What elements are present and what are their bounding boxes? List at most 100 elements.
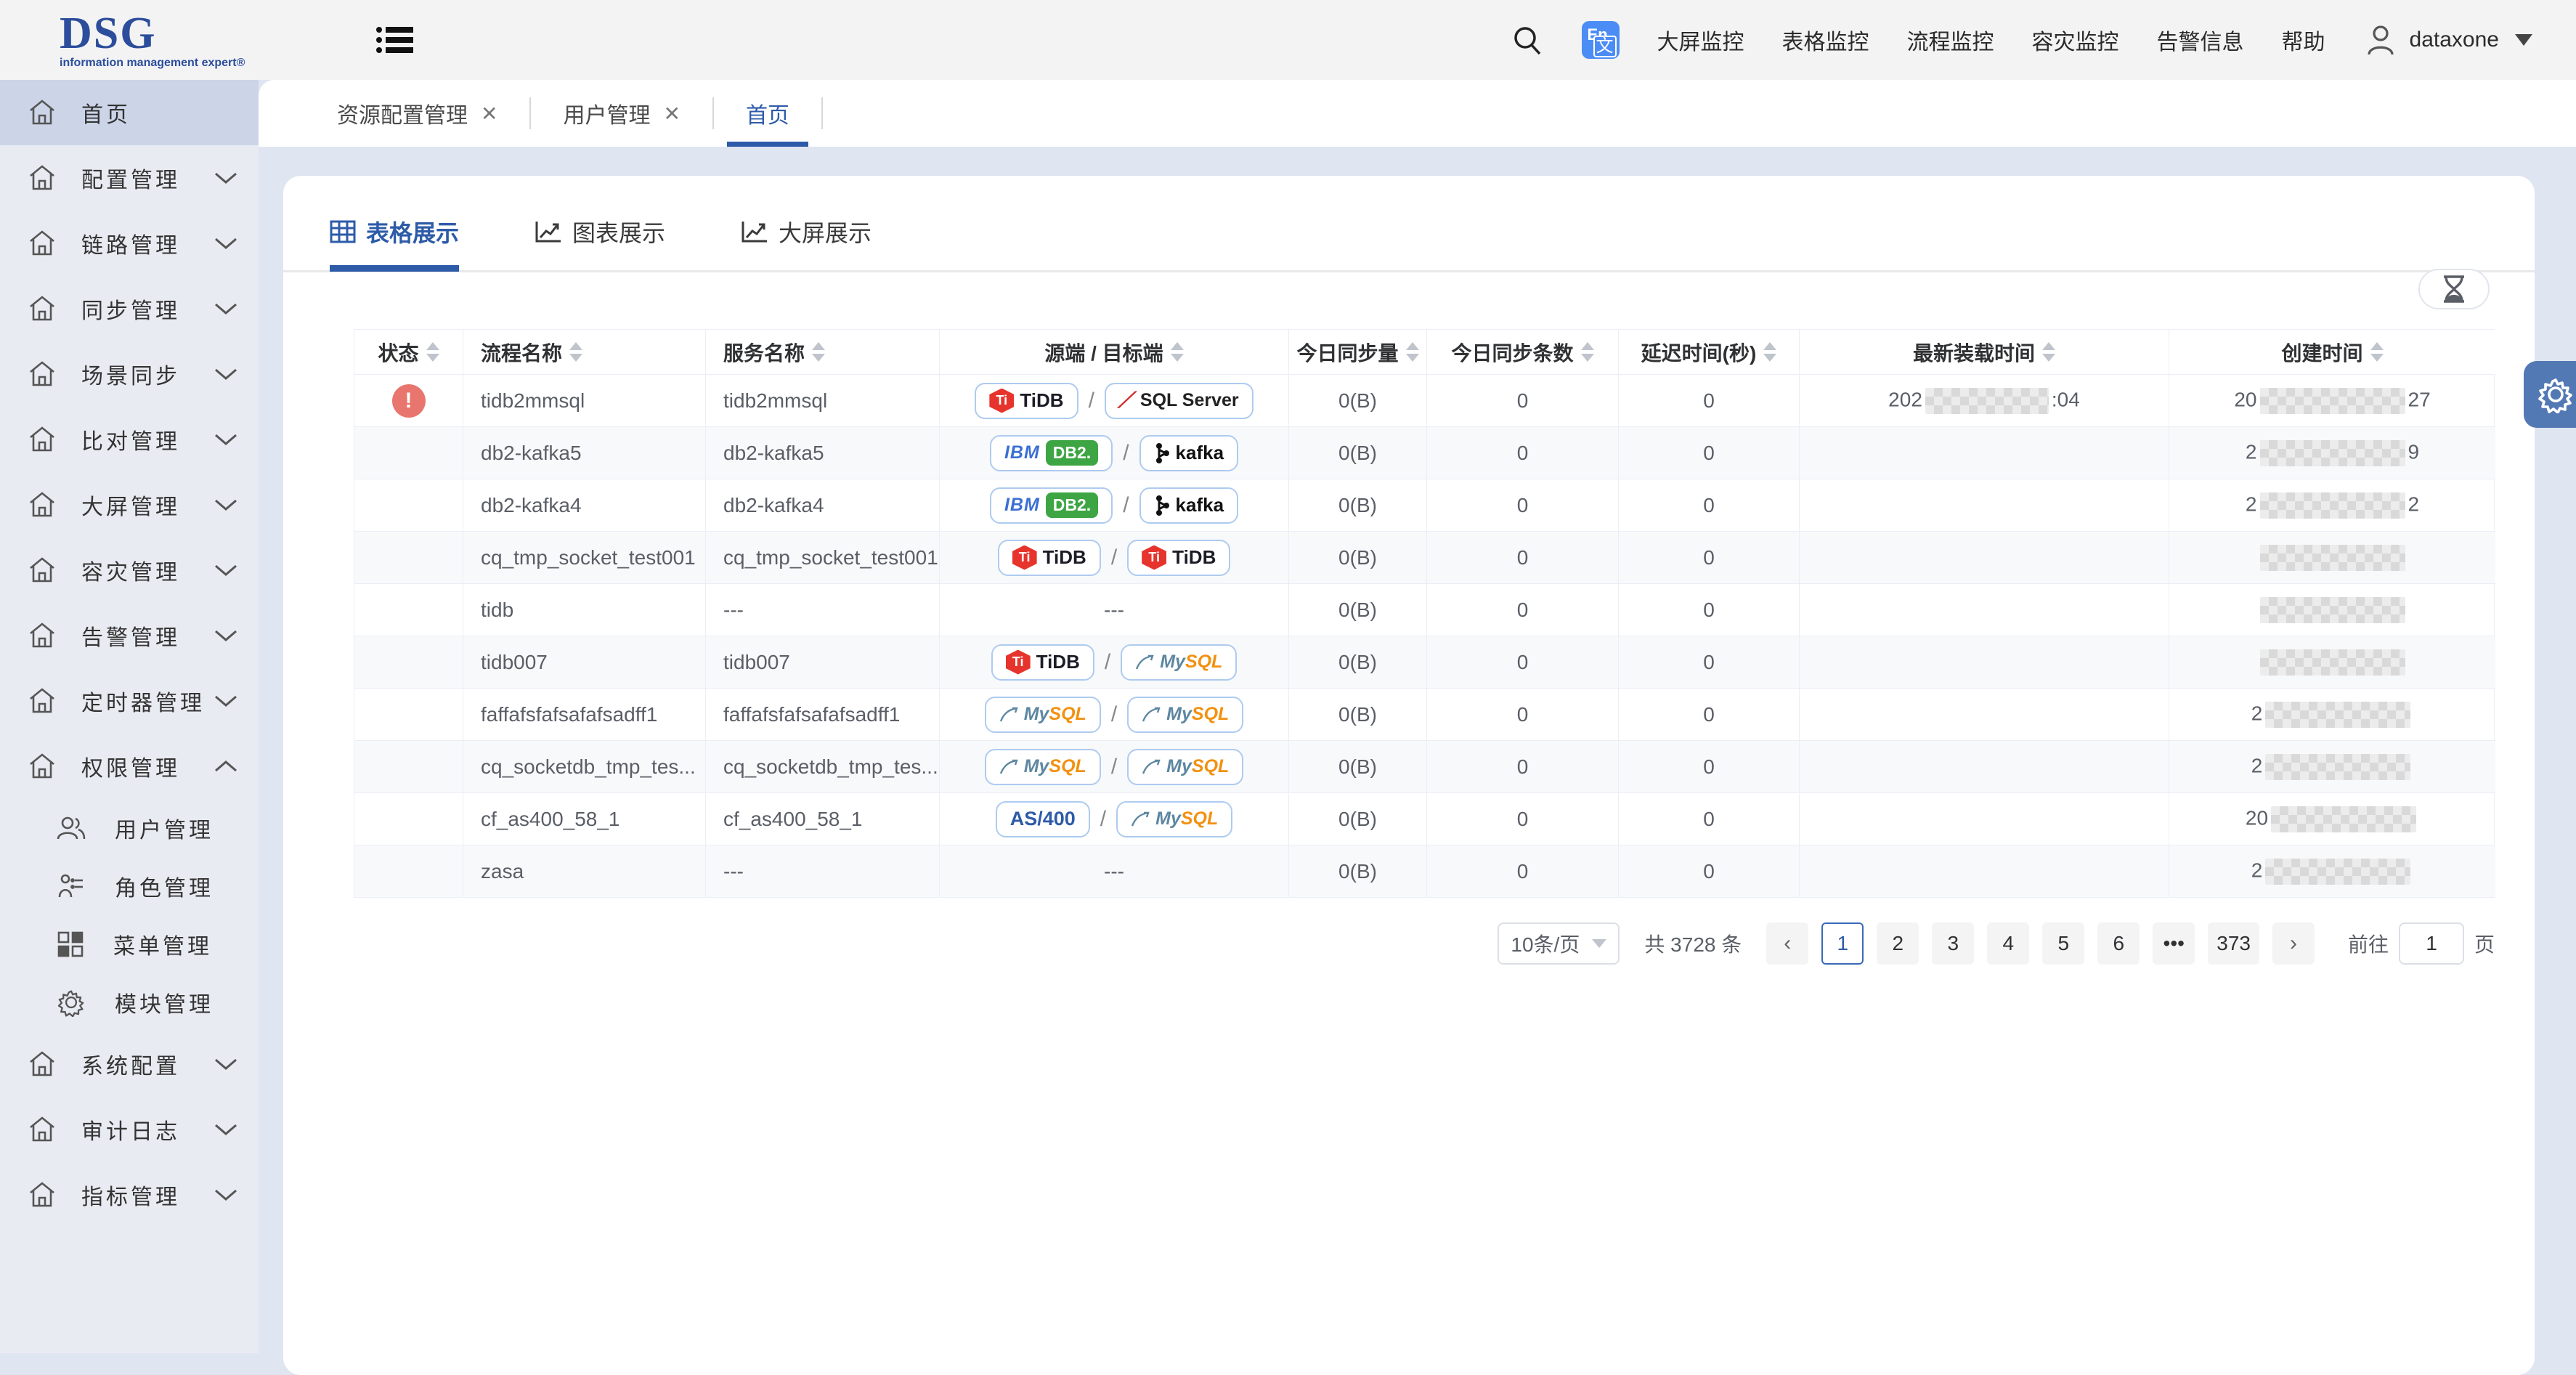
sidebar-subitem-角色管理[interactable]: 角色管理 (0, 857, 259, 915)
prev-page-button[interactable]: ‹ (1766, 922, 1808, 965)
error-status-icon[interactable]: ! (392, 384, 426, 418)
cell-endpoints: --- (940, 584, 1289, 636)
dsg-logo[interactable]: DSG information management expert® (60, 11, 245, 69)
column-header-5[interactable]: 今日同步量 (1289, 330, 1427, 375)
cell-status (354, 584, 463, 636)
sidebar-subitem-模块管理[interactable]: 模块管理 (0, 973, 259, 1031)
table-row-10[interactable]: zasa------0(B)002 (354, 845, 2494, 898)
sidebar-item-10[interactable]: 定时器管理 (0, 668, 259, 734)
cell-sync-volume: 0(B) (1289, 479, 1427, 532)
sort-carets-icon[interactable] (1406, 342, 1419, 362)
column-header-label: 最新装载时间 (1913, 338, 2035, 367)
view-tab-大屏展示[interactable]: 大屏展示 (741, 215, 871, 270)
page-button-2[interactable]: 2 (1877, 922, 1919, 965)
cell-sync-volume: 0(B) (1289, 584, 1427, 636)
table-row-8[interactable]: cq_socketdb_tmp_tes...cq_socketdb_tmp_te… (354, 741, 2494, 793)
sidebar-item-11[interactable]: 权限管理 (0, 734, 259, 799)
next-page-button[interactable]: › (2272, 922, 2315, 965)
sort-carets-icon[interactable] (569, 342, 582, 362)
sort-carets-icon[interactable] (812, 342, 825, 362)
sidebar-item-4[interactable]: 同步管理 (0, 276, 259, 341)
table-row-6[interactable]: tidb007tidb007TiTiDB/MySQL0(B)00 (354, 636, 2494, 689)
page-button-3[interactable]: 3 (1932, 922, 1974, 965)
close-icon[interactable]: ✕ (481, 102, 497, 126)
column-header-7[interactable]: 延迟时间(秒) (1619, 330, 1800, 375)
page-button-1[interactable]: 1 (1821, 922, 1864, 965)
sidebar-item-12[interactable]: 系统配置 (0, 1031, 259, 1097)
column-header-2[interactable]: 流程名称 (463, 330, 706, 375)
column-header-label: 今日同步条数 (1451, 338, 1573, 367)
sort-carets-icon[interactable] (1171, 342, 1184, 362)
user-menu[interactable]: dataxone (2363, 23, 2532, 57)
column-header-8[interactable]: 最新装载时间 (1800, 330, 2169, 375)
settings-drawer-tab[interactable] (2524, 361, 2576, 428)
page-button-5[interactable]: 5 (2042, 922, 2084, 965)
cell-sync-count: 0 (1427, 689, 1619, 741)
close-icon[interactable]: ✕ (663, 102, 680, 126)
column-header-1[interactable]: 状态 (354, 330, 463, 375)
view-tab-表格展示[interactable]: 表格展示 (330, 215, 459, 270)
doc-tab-首页[interactable]: 首页 (714, 80, 821, 147)
column-header-label: 状态 (378, 338, 418, 367)
sidebar-item-2[interactable]: 配置管理 (0, 145, 259, 211)
language-toggle-icon[interactable]: En 文 (1582, 21, 1620, 59)
page-button-373[interactable]: 373 (2208, 922, 2259, 965)
history-hourglass-button[interactable] (2418, 269, 2490, 309)
cell-create-time: 2 (2169, 741, 2495, 793)
sidebar-subitem-用户管理[interactable]: 用户管理 (0, 799, 259, 857)
table-row-2[interactable]: db2-kafka5db2-kafka5IBMDB2./kafka0(B)002… (354, 427, 2494, 479)
sort-carets-icon[interactable] (2370, 342, 2384, 362)
page-size-select[interactable]: 10条/页 (1498, 922, 1620, 965)
column-header-9[interactable]: 创建时间 (2169, 330, 2495, 375)
sidebar-item-5[interactable]: 场景同步 (0, 341, 259, 407)
table-row-3[interactable]: db2-kafka4db2-kafka4IBMDB2./kafka0(B)002… (354, 479, 2494, 532)
table-row-1[interactable]: !tidb2mmsqltidb2mmsqlTiTiDB/⟋SQL Server0… (354, 375, 2494, 427)
cell-service-name: tidb2mmsql (706, 375, 940, 427)
sidebar-item-label: 配置管理 (81, 162, 214, 194)
table-row-4[interactable]: cq_tmp_socket_test001cq_tmp_socket_test0… (354, 532, 2494, 584)
sidebar-subitem-菜单管理[interactable]: 菜单管理 (0, 915, 259, 973)
sidebar-item-13[interactable]: 审计日志 (0, 1097, 259, 1162)
page-button-6[interactable]: 6 (2097, 922, 2140, 965)
view-tab-图表展示[interactable]: 图表展示 (535, 215, 665, 270)
cell-sync-volume: 0(B) (1289, 741, 1427, 793)
sidebar-item-1[interactable]: 首页 (0, 80, 259, 145)
sidebar-item-7[interactable]: 大屏管理 (0, 472, 259, 538)
page-button-4[interactable]: 4 (1987, 922, 2029, 965)
column-header-3[interactable]: 服务名称 (706, 330, 940, 375)
nav-link-table-monitor[interactable]: 表格监控 (1782, 24, 1869, 56)
db-badge-tidb: TiTiDB (1127, 540, 1230, 576)
table-row-7[interactable]: faffafsfafsafafsadff1faffafsfafsafafsadf… (354, 689, 2494, 741)
sort-carets-icon[interactable] (426, 342, 439, 362)
column-header-4[interactable]: 源端 / 目标端 (940, 330, 1289, 375)
nav-link-help[interactable]: 帮助 (2282, 24, 2325, 56)
nav-link-screen-monitor[interactable]: 大屏监控 (1657, 24, 1744, 56)
nav-link-alarm-info[interactable]: 告警信息 (2157, 24, 2244, 56)
sidebar-item-9[interactable]: 告警管理 (0, 603, 259, 668)
cell-load-time (1800, 741, 2169, 793)
table-row-5[interactable]: tidb------0(B)00 (354, 584, 2494, 636)
sidebar-item-14[interactable]: 指标管理 (0, 1162, 259, 1228)
more-pages-button[interactable]: ••• (2153, 922, 2195, 965)
hourglass-icon (2442, 275, 2466, 303)
doc-tab-用户管理[interactable]: 用户管理✕ (531, 80, 712, 147)
doc-tab-资源配置管理[interactable]: 资源配置管理✕ (305, 80, 529, 147)
sort-carets-icon[interactable] (2042, 342, 2055, 362)
table-row-9[interactable]: cf_as400_58_1cf_as400_58_1AS/400/MySQL0(… (354, 793, 2494, 845)
search-icon[interactable] (1511, 23, 1544, 57)
sidebar-item-8[interactable]: 容灾管理 (0, 538, 259, 603)
column-header-6[interactable]: 今日同步条数 (1427, 330, 1619, 375)
cell-create-time: 2 (2169, 845, 2495, 898)
nav-link-process-monitor[interactable]: 流程监控 (1907, 24, 1994, 56)
sort-carets-icon[interactable] (1581, 342, 1594, 362)
sidebar-item-label: 大屏管理 (81, 489, 214, 521)
cell-process-name: cf_as400_58_1 (463, 793, 706, 845)
cell-endpoints: TiTiDB/TiTiDB (940, 532, 1289, 584)
goto-page-input[interactable] (2399, 922, 2464, 965)
chevron-down-icon (214, 1057, 238, 1071)
sidebar-collapse-button[interactable] (375, 23, 415, 57)
sidebar-item-3[interactable]: 链路管理 (0, 211, 259, 276)
sidebar-item-6[interactable]: 比对管理 (0, 407, 259, 472)
nav-link-dr-monitor[interactable]: 容灾监控 (2032, 24, 2119, 56)
sort-carets-icon[interactable] (1763, 342, 1776, 362)
